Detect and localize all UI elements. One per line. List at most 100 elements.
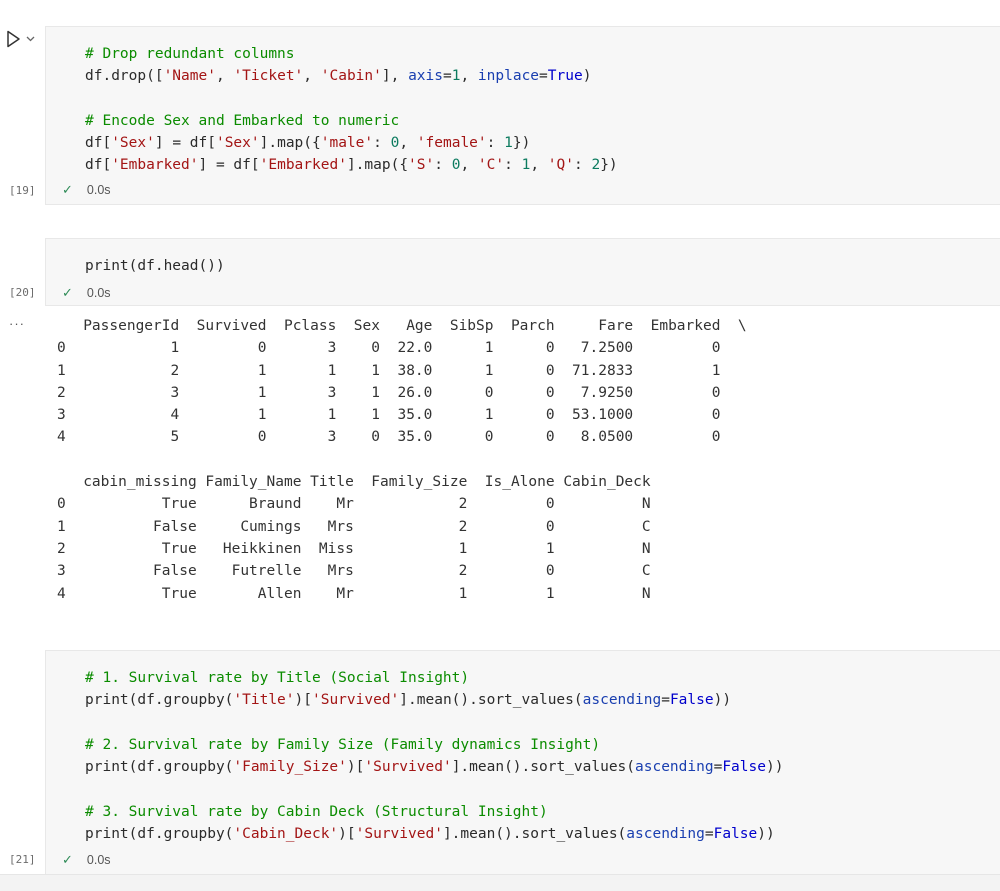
code-line: # Encode Sex and Embarked to numeric [85, 110, 1000, 132]
code-token: , [460, 68, 478, 85]
code-token: : [373, 135, 391, 152]
code-token: , [460, 157, 478, 174]
code-token: axis [408, 68, 443, 85]
execution-status: ✓ 0.0s [62, 284, 111, 302]
code-token: )[ [338, 826, 356, 843]
code-token: False [669, 692, 714, 709]
output-line: 2 3 1 3 1 26.0 0 0 7.9250 0 [57, 384, 747, 401]
run-cell-icon [7, 30, 20, 48]
code-token: 'Survived' [355, 826, 443, 843]
code-token: df[ [85, 157, 112, 174]
code-line: df['Sex'] = df['Sex'].map({'male': 0, 'f… [85, 132, 1000, 154]
code-cell-2[interactable]: print(df.head()) ✓ 0.0s [45, 238, 1000, 306]
code-editor[interactable]: # Drop redundant columns df.drop(['Name',… [46, 27, 1000, 177]
code-token: = [661, 692, 670, 709]
code-token: 1 [504, 135, 513, 152]
code-token: 'C' [477, 157, 505, 174]
code-token: print(df.head()) [85, 258, 225, 274]
code-token: : [486, 135, 505, 152]
code-token: ].mean().sort_values( [451, 759, 636, 776]
code-line: # 1. Survival rate by Title (Social Insi… [85, 667, 1000, 689]
code-line: # 3. Survival rate by Cabin Deck (Struct… [85, 801, 1000, 823]
code-token: ascending [635, 759, 714, 776]
code-token: 'Survived' [311, 692, 400, 709]
code-line: print(df.groupby('Cabin_Deck')['Survived… [85, 823, 1000, 845]
code-token: , [303, 68, 321, 85]
code-token: , [530, 157, 548, 174]
output-line: cabin_missing Family_Name Title Family_S… [57, 474, 669, 491]
code-token: )[ [294, 692, 312, 709]
code-token: ] = df[ [198, 157, 260, 174]
code-token: = [442, 68, 452, 85]
code-token: ) [582, 68, 592, 85]
output-line: 2 True Heikkinen Miss 1 1 N [57, 540, 669, 557]
code-token: ascending [582, 692, 662, 709]
run-cell-button[interactable] [6, 30, 36, 48]
execution-status: ✓ 0.0s [62, 181, 111, 199]
code-token: }) [600, 157, 618, 174]
code-token: print(df.groupby( [85, 826, 234, 843]
output-line: 0 1 0 3 0 22.0 1 0 7.2500 0 [57, 340, 747, 357]
code-token: ascending [626, 826, 705, 843]
code-cell-1[interactable]: # Drop redundant columns df.drop(['Name',… [45, 26, 1000, 205]
code-token: : [574, 157, 592, 174]
output-line: PassengerId Survived Pclass Sex Age SibS… [57, 318, 747, 334]
output-line: 4 True Allen Mr 1 1 N [57, 585, 669, 602]
code-token: ].mean().sort_values( [399, 692, 583, 709]
code-cell-3[interactable]: # 1. Survival rate by Title (Social Insi… [45, 650, 1000, 876]
code-token: 'Cabin_Deck' [233, 826, 339, 843]
code-line: print(df.groupby('Family_Size')['Survive… [85, 756, 1000, 778]
code-token: 'Q' [547, 157, 574, 174]
execution-status: ✓ 0.0s [62, 851, 111, 869]
check-icon: ✓ [62, 182, 73, 197]
code-token: ].map({ [259, 135, 321, 152]
code-editor[interactable]: # 1. Survival rate by Title (Social Insi… [46, 651, 1000, 845]
code-editor[interactable]: print(df.head()) [46, 239, 1000, 277]
code-token: 'Embarked' [259, 157, 347, 174]
code-token: 'female' [416, 135, 487, 152]
output-menu-button[interactable]: ··· [9, 316, 25, 331]
code-line: # Drop redundant columns [85, 43, 1000, 65]
output-line: 4 5 0 3 0 35.0 0 0 8.0500 0 [57, 429, 747, 446]
code-line: # 2. Survival rate by Family Size (Famil… [85, 734, 1000, 756]
code-token: : [504, 157, 522, 174]
check-icon: ✓ [62, 285, 73, 300]
code-token: True [547, 68, 583, 85]
code-token: 'Family_Size' [233, 759, 347, 776]
execution-count: [21] [9, 853, 36, 866]
code-token: 2 [591, 157, 601, 174]
code-line: print(df.head()) [85, 255, 1000, 277]
code-token: # Drop redundant columns [85, 46, 295, 62]
code-token: 'male' [320, 135, 374, 152]
code-token: 'Sex' [111, 135, 155, 152]
code-token: ] = df[ [154, 135, 216, 152]
code-token: )[ [346, 759, 365, 776]
code-token: # 1. Survival rate by Title (Social Insi… [85, 670, 470, 686]
execution-time: 0.0s [86, 183, 111, 197]
code-token: print(df.groupby( [85, 759, 234, 776]
code-token: = [539, 68, 548, 85]
code-token: 'Sex' [215, 135, 260, 152]
code-token: , [215, 68, 234, 85]
code-token: df.drop([ [85, 68, 164, 85]
code-token: 'Name' [163, 68, 216, 85]
code-token: )) [765, 759, 784, 776]
output-line: 1 False Cumings Mrs 2 0 C [57, 518, 669, 535]
code-token: print(df.groupby( [85, 692, 234, 709]
execution-count: [20] [9, 286, 36, 299]
execution-time: 0.0s [86, 853, 111, 867]
output-line: 3 False Futrelle Mrs 2 0 C [57, 563, 669, 580]
chevron-down-icon[interactable] [26, 36, 35, 42]
code-line: df.drop(['Name', 'Ticket', 'Cabin'], axi… [85, 65, 1000, 87]
cell-output: PassengerId Survived Pclass Sex Age SibS… [57, 315, 747, 605]
code-token: df[ [85, 135, 112, 152]
code-token: ], [381, 68, 409, 85]
code-token: # 2. Survival rate by Family Size (Famil… [85, 736, 601, 753]
code-token: ].mean().sort_values( [442, 826, 627, 843]
output-line: 3 4 1 1 1 35.0 1 0 53.1000 0 [57, 407, 747, 424]
code-line: print(df.groupby('Title')['Survived'].me… [85, 689, 1000, 711]
code-token: )) [713, 692, 732, 709]
